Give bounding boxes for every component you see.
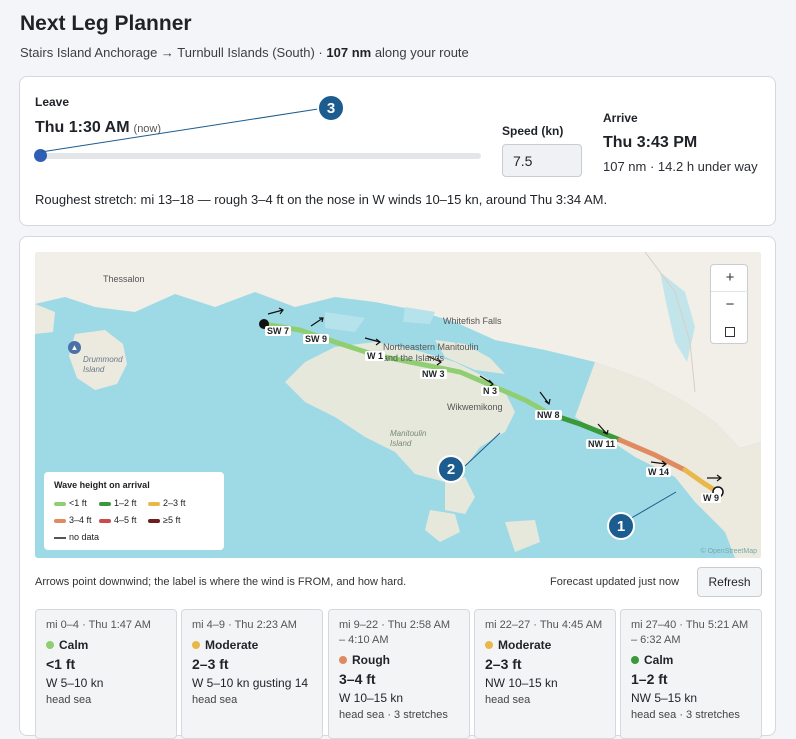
segment-head: mi 9–22 · Thu 2:58 AM – 4:10 AM [339,619,451,646]
segment-card[interactable]: mi 9–22 · Thu 2:58 AM – 4:10 AM Rough 3–… [328,609,470,739]
legend-item: <1 ft [54,498,87,508]
segment-sea: head sea · 3 stretches [339,709,448,721]
zoom-out-button[interactable]: − [711,291,749,317]
segment-height: 1–2 ft [631,671,668,687]
legend-item: 3–4 ft [54,515,92,525]
refresh-button[interactable]: Refresh [697,567,762,597]
legend-item: 1–2 ft [99,498,137,508]
wind-label: SW 9 [303,334,330,344]
segment-severity: Calm [46,638,166,652]
legend-item: 4–5 ft [99,515,137,525]
legend-swatch [148,518,160,523]
map-card: Thessalon Whitefish Falls Northeastern M… [19,236,776,739]
zoom-control: + − [710,264,749,344]
segment-card[interactable]: mi 22–27 · Thu 4:45 AM Moderate 2–3 ft N… [474,609,616,739]
place-label-wikwemikong: Wikwemikong [447,402,503,412]
segment-severity: Rough [339,653,459,667]
route-subtitle: Stairs Island Anchorage → Turnbull Islan… [20,45,469,60]
legend-swatch [54,501,66,506]
arrive-time: Thu 3:43 PM [603,134,698,151]
segment-height: 2–3 ft [192,656,229,672]
arrow-hint: Arrows point downwind; the label is wher… [35,576,407,588]
legend-swatch [99,518,111,523]
dashed-line-icon [54,536,66,539]
segment-head: mi 27–40 · Thu 5:21 AM – 6:32 AM [631,619,749,646]
segment-sea: head sea [46,694,92,706]
place-label-whitefish-falls: Whitefish Falls [443,316,502,326]
wind-label: NW 11 [586,439,618,449]
segment-height: 2–3 ft [485,656,522,672]
wind-label: W 9 [701,493,722,503]
segment-card[interactable]: mi 27–40 · Thu 5:21 AM – 6:32 AM Calm 1–… [620,609,762,739]
severity-dot [192,641,200,649]
arrive-label: Arrive [603,111,638,125]
segment-wind: W 5–10 kn gusting 14 [192,676,309,690]
segment-card[interactable]: mi 0–4 · Thu 1:47 AM Calm <1 ft W 5–10 k… [35,609,177,739]
route-map[interactable]: Thessalon Whitefish Falls Northeastern M… [35,252,761,558]
page-title: Next Leg Planner [20,12,192,35]
wind-label: W 1 [365,351,386,361]
legend-item-no-data: no data [54,532,99,542]
wind-label: NW 3 [420,369,447,379]
speed-label: Speed (kn) [502,124,564,138]
segment-wind: W 5–10 kn [46,676,104,690]
segment-sea: head sea · 3 stretches [631,709,740,721]
segment-wind: NW 10–15 kn [485,676,558,690]
segment-card[interactable]: mi 4–9 · Thu 2:23 AM Moderate 2–3 ft W 5… [181,609,323,739]
segment-head: mi 0–4 · Thu 1:47 AM [46,619,151,631]
leave-slider-thumb[interactable] [34,149,47,162]
leave-card: Leave Thu 1:30 AM(now) Speed (kn) Arrive… [19,76,776,226]
segment-severity: Calm [631,653,751,667]
segment-height: 3–4 ft [339,671,376,687]
leave-label: Leave [35,95,70,109]
leave-time: Thu 1:30 AM (now) [35,119,162,136]
speed-input[interactable] [502,144,582,177]
place-label-manitoulin: Manitoulin Island [390,429,427,448]
severity-dot [485,641,493,649]
segment-wind: NW 5–15 kn [631,691,698,705]
zoom-in-button[interactable]: + [711,265,749,291]
airport-icon: ▲ [68,341,81,354]
place-label-drummond: Drummond Island [83,355,123,374]
segment-sea: head sea [485,694,531,706]
wind-label: W 14 [646,467,672,477]
legend-swatch [54,518,66,523]
legend-swatch [148,501,160,506]
segment-sea: head sea [192,694,238,706]
legend-swatch [99,501,111,506]
map-legend: Wave height on arrival <1 ft 1–2 ft 2–3 … [44,472,224,550]
segment-head: mi 22–27 · Thu 4:45 AM [485,619,603,631]
severity-dot [339,656,347,664]
segment-head: mi 4–9 · Thu 2:23 AM [192,619,297,631]
map-copyright: © OpenStreetMap [700,548,757,555]
fullscreen-icon[interactable] [725,327,735,337]
leave-slider-track[interactable] [41,153,481,159]
wind-label: N 3 [481,386,500,396]
wind-label: NW 8 [535,410,562,420]
severity-dot [46,641,54,649]
roughest-stretch: Roughest stretch: mi 13–18 — rough 3–4 f… [35,192,608,207]
now-note: (now) [133,123,162,135]
legend-title: Wave height on arrival [54,480,150,490]
annotation-badge: 2 [437,455,465,483]
segment-severity: Moderate [485,638,605,652]
arrive-detail: 107 nm · 14.2 h under way [603,159,758,174]
place-label-ne-manitoulin: Northeastern Manitoulin and the Islands [383,342,479,363]
annotation-badge: 3 [317,94,345,122]
severity-dot [631,656,639,664]
segment-height: <1 ft [46,656,76,672]
legend-item: ≥5 ft [148,515,180,525]
legend-item: 2–3 ft [148,498,186,508]
segment-severity: Moderate [192,638,312,652]
wind-label: SW 7 [265,326,292,336]
annotation-badge: 1 [607,512,635,540]
segment-wind: W 10–15 kn [339,691,404,705]
forecast-updated: Forecast updated just now [550,576,680,588]
route-distance: 107 nm [326,45,372,60]
place-label-thessalon: Thessalon [103,274,145,284]
